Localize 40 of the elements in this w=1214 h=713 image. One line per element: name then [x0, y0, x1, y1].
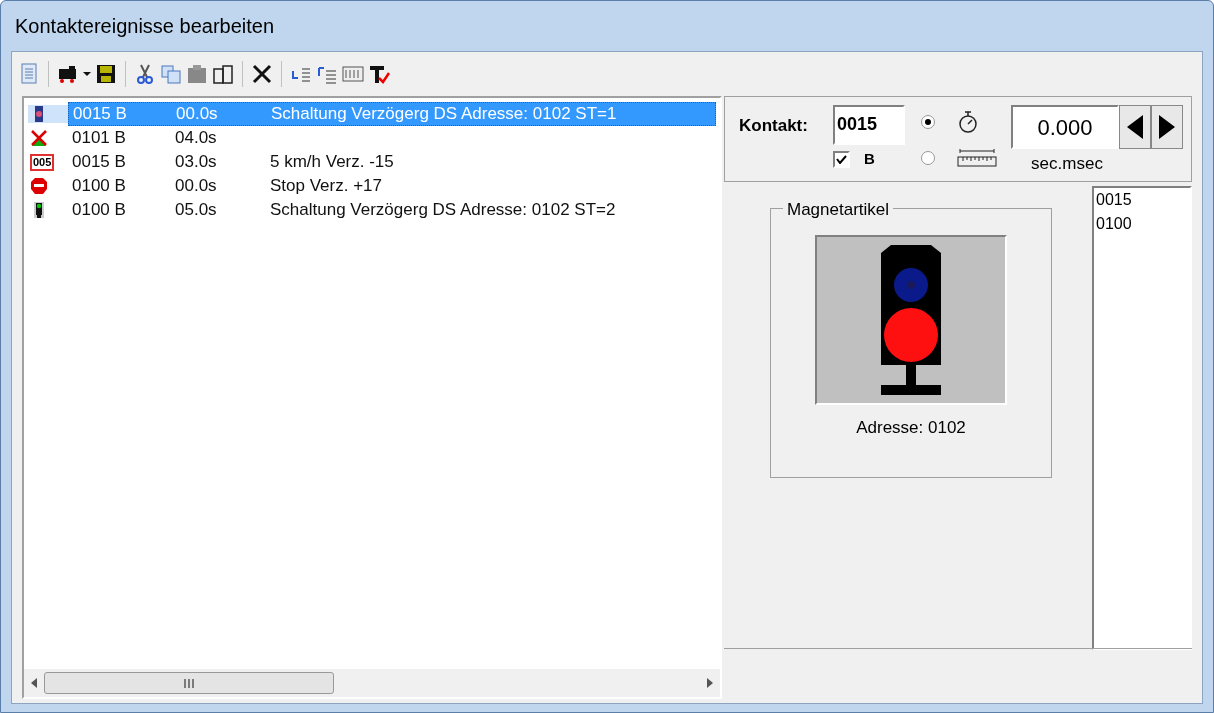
locomotive-icon [57, 63, 79, 85]
scroll-left-icon[interactable] [30, 678, 38, 688]
ruler-icon [957, 148, 997, 168]
address-label: Adresse: 0102 [856, 417, 966, 439]
radio-button[interactable] [921, 151, 935, 165]
event-row[interactable]: 0015 B 03.0s 5 km/h Verz. -15 [68, 150, 716, 174]
radio-button[interactable] [921, 115, 935, 129]
crossed-sign-icon [30, 129, 48, 147]
increase-button[interactable] [1151, 105, 1183, 149]
contact-field[interactable]: 0015 [833, 105, 905, 145]
cut-icon [134, 63, 156, 85]
paste-icon [186, 63, 208, 85]
window-title: Kontaktereignisse bearbeiten [15, 14, 275, 39]
checkmark-icon [836, 154, 847, 164]
event-row[interactable]: 0101 B 04.0s [68, 126, 716, 150]
left-arrow-icon [1127, 115, 1143, 139]
scrollbar-thumb[interactable] [44, 672, 334, 694]
right-arrow-icon [1159, 115, 1175, 139]
contact-label: Kontakt: [739, 115, 809, 137]
event-row[interactable]: 0100 B 05.0s Schaltung Verzögerg DS Adresse: 0102 ST=2 [68, 198, 716, 222]
checkbox-label: B [864, 149, 875, 169]
address-item[interactable]: 0100 [1096, 212, 1190, 236]
scroll-right-icon[interactable] [706, 678, 714, 688]
dropdown-caret-icon [83, 72, 91, 76]
decrease-button[interactable] [1119, 105, 1151, 149]
table-icon [342, 63, 364, 85]
copy-icon [160, 63, 182, 85]
event-row[interactable]: 0100 B 00.0s Stop Verz. +17 [68, 174, 716, 198]
checkbox[interactable] [833, 150, 850, 168]
text-check-icon [368, 63, 390, 85]
stopwatch-icon [957, 110, 979, 134]
save-icon [95, 63, 117, 85]
document-icon [18, 63, 40, 85]
speed-sign-icon: 005 [30, 153, 55, 171]
horizontal-scrollbar[interactable] [24, 669, 720, 697]
delay-field[interactable]: 0.000 [1011, 105, 1119, 149]
delay-unit-label: sec.msec [1031, 153, 1103, 175]
delete-icon [251, 63, 273, 85]
stop-sign-icon [30, 177, 48, 195]
address-item[interactable]: 0015 [1096, 188, 1190, 212]
